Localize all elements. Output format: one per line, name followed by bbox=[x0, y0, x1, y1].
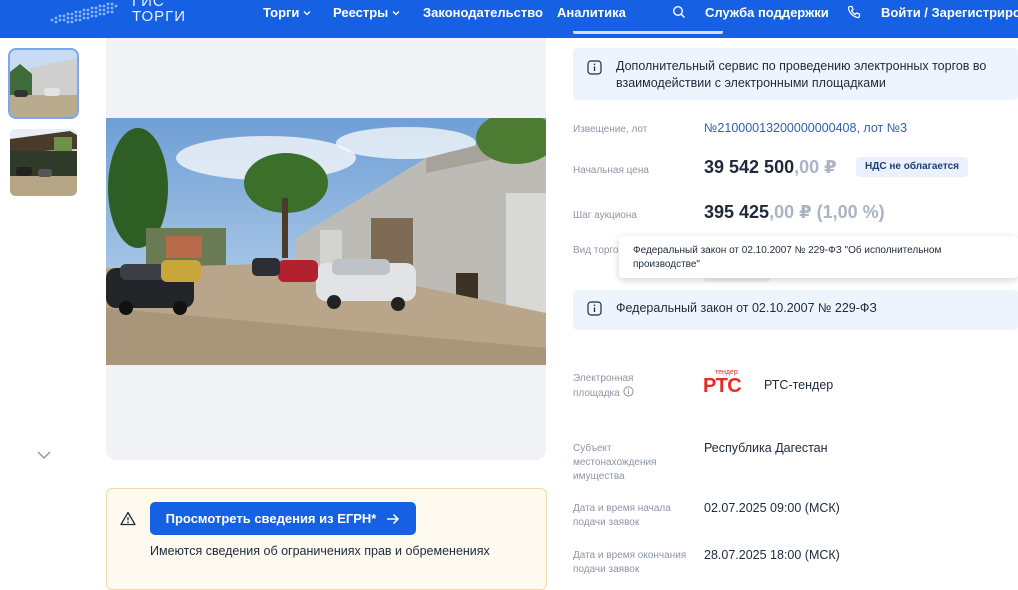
nav-item-label: Торги bbox=[263, 5, 300, 20]
application-end-label: Дата и время окончания подачи заявок bbox=[573, 550, 687, 575]
start-price-fraction: ,00 ₽ bbox=[794, 157, 837, 177]
rts-logo-big-text: РТС bbox=[703, 375, 742, 397]
chevron-down-icon[interactable] bbox=[36, 449, 52, 461]
start-price-label: Начальная цена bbox=[573, 165, 649, 176]
info-icon bbox=[587, 301, 602, 316]
nav-item-label: Законодательство bbox=[423, 5, 543, 20]
nav-item-analytics[interactable]: Аналитика bbox=[557, 5, 626, 20]
auction-step-value: 395 425,00 ₽ (1,00 %) bbox=[704, 202, 885, 223]
chevron-down-icon bbox=[303, 10, 311, 15]
nav-item-reestry[interactable]: Реестры bbox=[333, 5, 400, 20]
thumbnail-image bbox=[10, 50, 77, 117]
main-property-photo[interactable] bbox=[106, 118, 546, 365]
application-end-value: 28.07.2025 18:00 (МСК) bbox=[704, 548, 840, 562]
gallery-thumbnail-2[interactable] bbox=[10, 129, 77, 196]
auction-step-label: Шаг аукциона bbox=[573, 210, 637, 221]
cut-off-heading bbox=[573, 31, 773, 39]
law-tooltip-text: Федеральный закон от 02.10.2007 № 229-ФЗ… bbox=[633, 245, 942, 270]
application-start-value: 02.07.2025 09:00 (МСК) bbox=[704, 501, 840, 515]
search-icon[interactable] bbox=[672, 5, 686, 19]
platform-name[interactable]: РТС-тендер bbox=[764, 378, 833, 392]
nav-item-legislation[interactable]: Законодательство bbox=[423, 5, 543, 20]
auction-step-fraction: ,00 ₽ (1,00 %) bbox=[769, 202, 885, 222]
rts-tender-logo[interactable]: тендер РТС bbox=[703, 369, 745, 397]
info-circle-icon[interactable] bbox=[622, 386, 634, 397]
russia-map-logo-icon[interactable] bbox=[46, 0, 122, 28]
info-icon bbox=[587, 60, 602, 75]
nav-item-torgi[interactable]: Торги bbox=[263, 5, 311, 20]
application-start-label: Дата и время начала подачи заявок bbox=[573, 503, 671, 528]
info-banner-text: Дополнительный сервис по проведению элек… bbox=[616, 59, 987, 90]
arrow-right-icon bbox=[387, 513, 400, 524]
view-egrn-button[interactable]: Просмотреть сведения из ЕГРН* bbox=[150, 502, 416, 535]
nav-item-label: Реестры bbox=[333, 5, 389, 20]
auction-step-main: 395 425 bbox=[704, 202, 770, 222]
vat-badge: НДС не облагается bbox=[856, 157, 968, 177]
gallery-thumbnail-1[interactable] bbox=[8, 48, 79, 119]
platform-label: Электронная площадка bbox=[573, 372, 668, 401]
thumbnail-image bbox=[10, 129, 77, 196]
login-label: Войти / Зарегистриро bbox=[881, 5, 1018, 20]
login-register-link[interactable]: Войти / Зарегистриро bbox=[881, 5, 1018, 20]
egrn-restrictions-note: Имеются сведения об ограничениях прав и … bbox=[150, 544, 490, 558]
subject-label: Субъект местонахождения имущества bbox=[573, 443, 657, 482]
nav-item-label: Аналитика bbox=[557, 5, 626, 20]
warning-icon bbox=[120, 511, 136, 526]
support-link[interactable]: Служба поддержки bbox=[705, 5, 829, 20]
logo-text-line2: ТОРГИ bbox=[132, 8, 187, 25]
phone-icon[interactable] bbox=[847, 5, 861, 19]
auction-type-label: Вид торгов bbox=[573, 245, 624, 256]
law-banner-text: Федеральный закон от 02.10.2007 № 229-ФЗ bbox=[616, 301, 877, 315]
notice-lot-label: Извещение, лот bbox=[573, 124, 648, 135]
logo-text[interactable]: ГИС ТОРГИ bbox=[132, 0, 186, 24]
start-price-main: 39 542 500 bbox=[704, 157, 795, 177]
subject-value: Республика Дагестан bbox=[704, 441, 828, 455]
support-label: Служба поддержки bbox=[705, 5, 829, 20]
view-egrn-button-label: Просмотреть сведения из ЕГРН* bbox=[165, 511, 377, 526]
notice-lot-value[interactable]: №21000013200000000408, лот №3 bbox=[704, 121, 907, 135]
top-navigation-bar: ГИС ТОРГИ Торги Реестры Законодательство… bbox=[0, 0, 1018, 38]
chevron-down-icon bbox=[392, 10, 400, 15]
start-price-value: 39 542 500,00 ₽ bbox=[704, 157, 837, 178]
